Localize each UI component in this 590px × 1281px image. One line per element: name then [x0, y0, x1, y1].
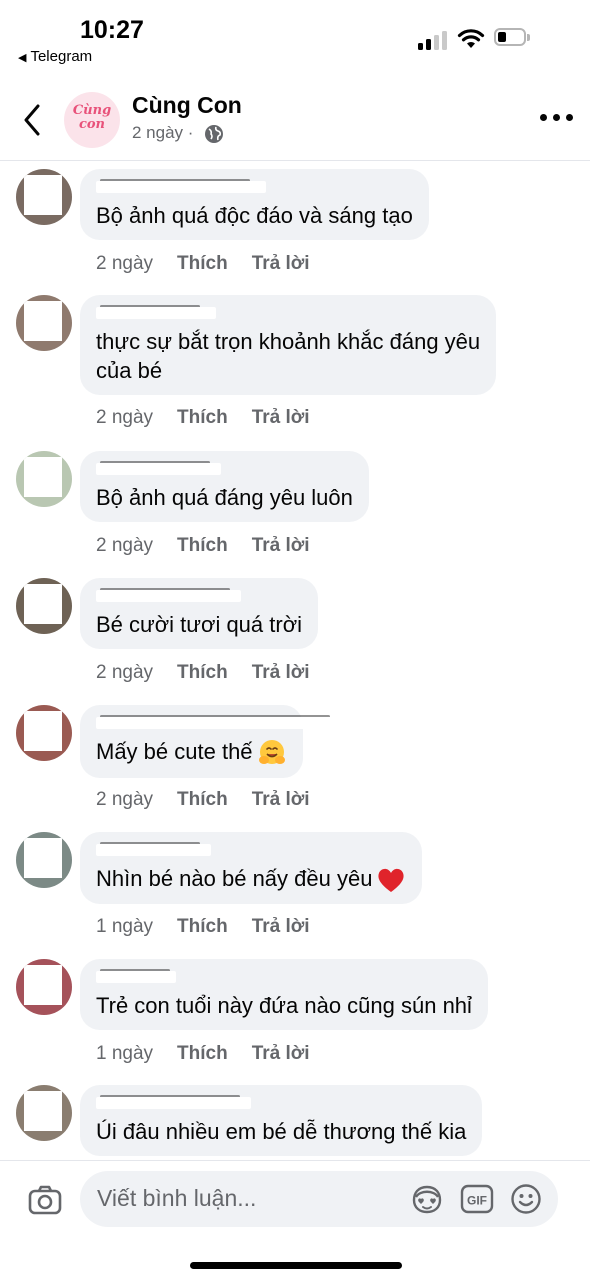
signal-icon: [418, 30, 450, 50]
commenter-avatar[interactable]: [16, 705, 72, 761]
commenter-name-redacted: [96, 303, 480, 319]
reply-link[interactable]: Trả lời: [252, 789, 310, 810]
comment-text: Bộ ảnh quá đáng yêu luôn: [96, 485, 353, 510]
comment-bubble[interactable]: Bộ ảnh quá độc đáo và sáng tạo: [80, 169, 429, 240]
comment-bubble[interactable]: Úi đâu nhiều em bé dễ thương thế kia: [80, 1085, 483, 1156]
meta-separator: ·: [187, 123, 194, 142]
logo-line-2: con: [78, 117, 106, 132]
page-logo: Cùng con: [64, 104, 120, 132]
comment-bubble[interactable]: Trẻ con tuổi này đứa nào cũng sún nhỉ: [80, 959, 488, 1030]
comment-time: 1 ngày: [96, 1043, 154, 1064]
clock: 10:27: [80, 16, 144, 44]
comment-text: thực sự bắt trọn khoảnh khắc đáng yêu củ…: [96, 329, 481, 383]
back-to-app-link[interactable]: ◀ Telegram: [18, 48, 92, 65]
hugging-face-emoji: [258, 740, 285, 765]
commenter-name-redacted: [96, 586, 302, 602]
reply-link[interactable]: Trả lời: [252, 1043, 310, 1064]
more-options-icon[interactable]: [540, 114, 574, 124]
comment-text-value: Nhìn bé nào bé nấy đều yêu: [96, 866, 373, 891]
comment-time: 2 ngày: [96, 662, 154, 683]
comment-bubble[interactable]: Nhìn bé nào bé nấy đều yêu: [80, 832, 423, 905]
comment-actions: 1 ngày Thích Trả lời: [96, 1043, 334, 1065]
page-name[interactable]: Cùng Con: [132, 92, 242, 119]
avatar-sticker-icon[interactable]: [410, 1183, 444, 1215]
commenter-name-redacted: [96, 840, 406, 856]
comment-actions: 2 ngày Thích Trả lời: [96, 407, 334, 429]
reply-link[interactable]: Trả lời: [252, 535, 310, 556]
commenter-name-redacted: [96, 177, 413, 193]
like-link[interactable]: Thích: [177, 1043, 228, 1064]
red-heart-emoji: [378, 869, 405, 893]
comment-actions: 1 ngày Thích Trả lời: [96, 916, 334, 938]
camera-icon[interactable]: [28, 1185, 62, 1215]
comment-time: 1 ngày: [96, 916, 154, 937]
globe-icon: [205, 124, 224, 143]
comment-actions: 2 ngày Thích Trả lời: [96, 789, 334, 811]
wifi-icon: [457, 29, 485, 48]
commenter-name-redacted: [96, 713, 346, 729]
comment-time: 2 ngày: [96, 535, 154, 556]
gif-label: GIF: [467, 1194, 487, 1208]
comment-time: 2 ngày: [96, 253, 154, 274]
page-avatar[interactable]: Cùng con: [64, 92, 120, 148]
comment-actions: 2 ngày Thích Trả lời: [96, 535, 334, 557]
comment-text: Úi đâu nhiều em bé dễ thương thế kia: [96, 1119, 467, 1144]
like-link[interactable]: Thích: [177, 535, 228, 556]
reply-link[interactable]: Trả lời: [252, 253, 310, 274]
like-link[interactable]: Thích: [177, 916, 228, 937]
commenter-name-redacted: [96, 459, 353, 475]
comment-input[interactable]: Viết bình luận... GIF: [80, 1171, 558, 1227]
post-time: 2 ngày: [132, 123, 184, 142]
comment-text-value: Mấy bé cute thế: [96, 739, 253, 764]
commenter-avatar[interactable]: [16, 578, 72, 634]
commenter-avatar[interactable]: [16, 959, 72, 1015]
commenter-name-redacted: [96, 967, 472, 983]
like-link[interactable]: Thích: [177, 662, 228, 683]
commenter-avatar[interactable]: [16, 295, 72, 351]
commenter-avatar[interactable]: [16, 451, 72, 507]
back-app-label: Telegram: [30, 48, 93, 65]
home-indicator[interactable]: [190, 1262, 402, 1269]
comment-text: Bé cười tươi quá trời: [96, 612, 303, 637]
like-link[interactable]: Thích: [177, 253, 228, 274]
status-bar: 10:27 ◀ Telegram: [0, 0, 590, 80]
comment-actions: 2 ngày Thích Trả lời: [96, 662, 334, 684]
comment-bubble[interactable]: Mấy bé cute thế: [80, 705, 346, 779]
post-header: Cùng con Cùng Con 2 ngày ·: [0, 80, 590, 161]
comment-text: Bộ ảnh quá độc đáo và sáng tạo: [96, 203, 413, 228]
comment-text: Nhìn bé nào bé nấy đều yêu: [96, 864, 406, 894]
logo-line-1: Cùng: [72, 103, 112, 118]
gif-icon[interactable]: GIF: [460, 1183, 494, 1215]
comment-bubble[interactable]: Bé cười tươi quá trời: [80, 578, 319, 649]
comment-text: Mấy bé cute thế: [96, 737, 287, 768]
post-meta: 2 ngày ·: [132, 123, 224, 144]
like-link[interactable]: Thích: [177, 789, 228, 810]
commenter-avatar[interactable]: [16, 832, 72, 888]
commenter-avatar[interactable]: [16, 169, 72, 225]
comment-time: 2 ngày: [96, 407, 154, 428]
comment-bubble[interactable]: thực sự bắt trọn khoảnh khắc đáng yêu củ…: [80, 295, 497, 395]
comment-actions: 2 ngày Thích Trả lời: [96, 253, 334, 275]
commenter-name-redacted: [96, 1093, 466, 1109]
comment-text: Trẻ con tuổi này đứa nào cũng sún nhỉ: [96, 993, 472, 1018]
smiley-icon[interactable]: [510, 1183, 542, 1215]
commenter-avatar[interactable]: [16, 1085, 72, 1141]
reply-link[interactable]: Trả lời: [252, 662, 310, 683]
reply-link[interactable]: Trả lời: [252, 407, 310, 428]
like-link[interactable]: Thích: [177, 407, 228, 428]
comment-bubble[interactable]: Bộ ảnh quá đáng yêu luôn: [80, 451, 369, 522]
comments-list[interactable]: Bộ ảnh quá độc đáo và sáng tạo 2 ngày Thí…: [0, 161, 590, 1160]
reply-link[interactable]: Trả lời: [252, 916, 310, 937]
battery-icon: [494, 28, 532, 48]
back-chevron-icon[interactable]: [18, 100, 48, 140]
back-triangle-icon: ◀: [18, 52, 27, 64]
comment-input-placeholder: Viết bình luận...: [97, 1185, 257, 1211]
comment-time: 2 ngày: [96, 789, 154, 810]
